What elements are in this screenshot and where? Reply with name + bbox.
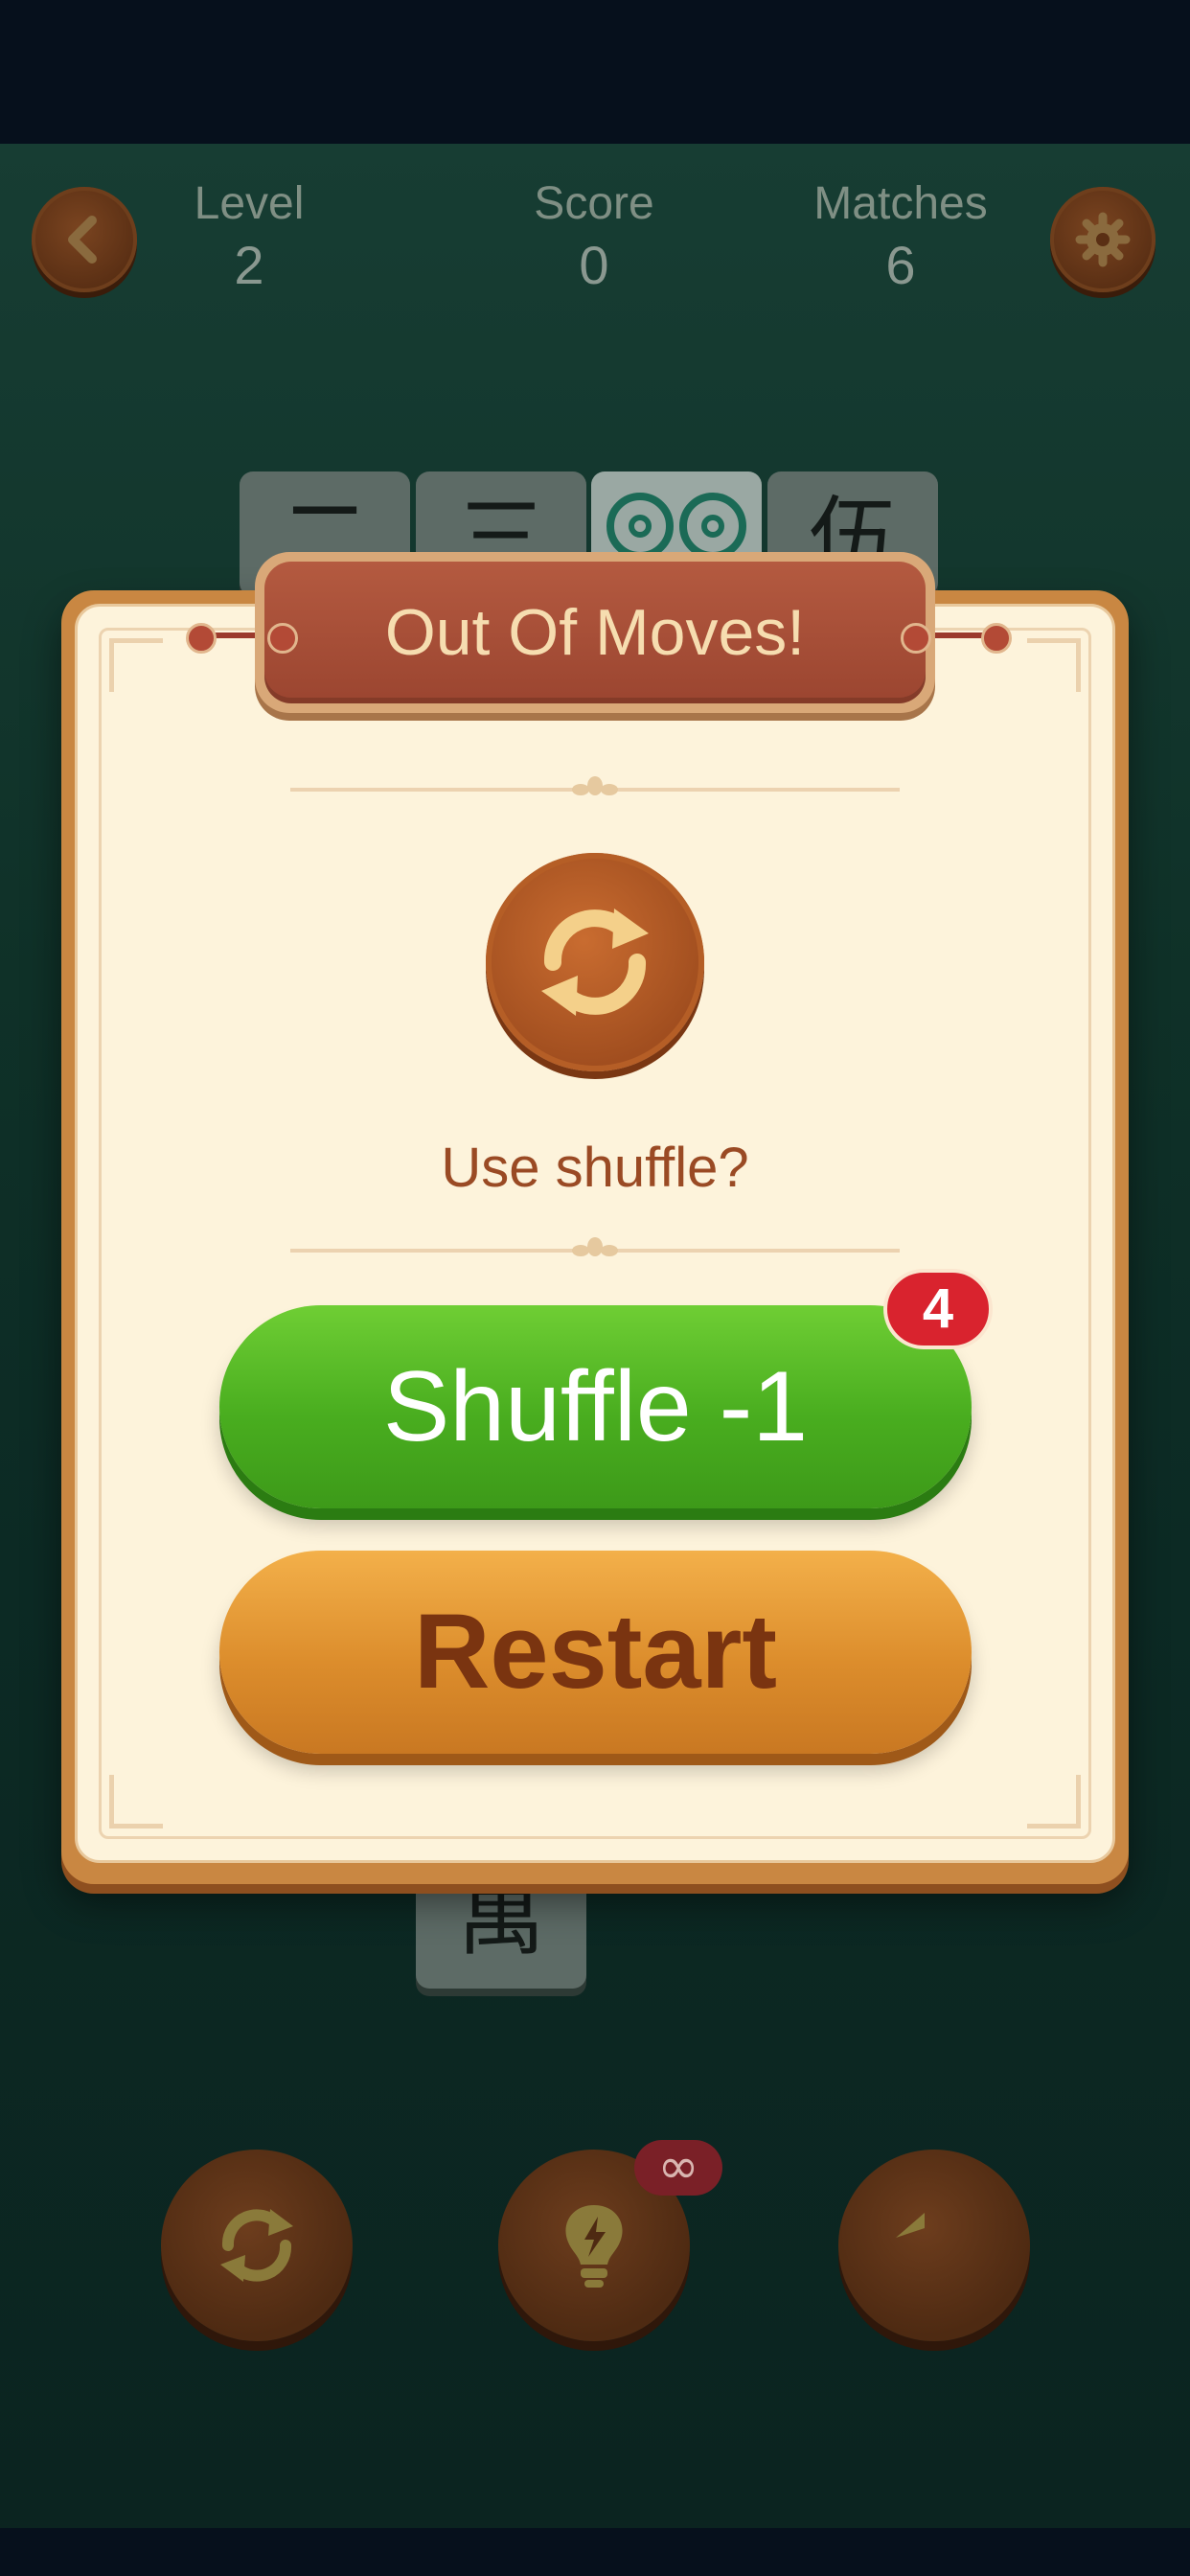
- score-stat: Score 0: [498, 177, 690, 296]
- corner-ornament: [1027, 638, 1081, 692]
- settings-button[interactable]: [1050, 187, 1156, 292]
- corner-ornament: [109, 1775, 163, 1828]
- flourish-icon: [572, 1237, 618, 1256]
- score-label: Score: [534, 178, 654, 229]
- ribbon-peg: [981, 623, 1012, 654]
- shuffle-icon: [541, 908, 649, 1016]
- corner-ornament: [1027, 1775, 1081, 1828]
- level-value: 2: [234, 235, 264, 295]
- shuffle-icon: [220, 2209, 293, 2282]
- level-stat: Level 2: [153, 177, 345, 296]
- shuffle-question: Use shuffle?: [441, 1137, 749, 1199]
- level-label: Level: [194, 178, 305, 229]
- ribbon-peg: [901, 623, 931, 654]
- matches-value: 6: [885, 235, 916, 295]
- ribbon-peg: [186, 623, 217, 654]
- hud: Level 2 Score 0 Matches 6: [0, 168, 1190, 311]
- chevron-left-icon: [68, 216, 97, 264]
- undo-button[interactable]: [838, 2150, 1030, 2341]
- back-button[interactable]: [32, 187, 137, 292]
- restart-button[interactable]: Restart: [219, 1551, 972, 1754]
- flourish-icon: [572, 776, 618, 795]
- corner-ornament: [109, 638, 163, 692]
- shuffle-tool-button[interactable]: [161, 2150, 353, 2341]
- infinite-hints-badge: ∞: [634, 2140, 722, 2196]
- ribbon-peg: [267, 623, 298, 654]
- lightbulb-icon: [565, 2205, 623, 2288]
- status-bar: [0, 0, 1190, 144]
- dialog-title: Out Of Moves!: [264, 562, 926, 703]
- circle-dot-icon: [679, 493, 746, 560]
- circle-dot-icon: [606, 493, 674, 560]
- shuffle-medallion: [486, 853, 704, 1071]
- score-value: 0: [579, 235, 609, 295]
- home-indicator-area: [0, 2528, 1190, 2576]
- dialog-title-ribbon: Out Of Moves!: [255, 552, 935, 713]
- matches-stat: Matches 6: [776, 177, 1025, 296]
- matches-label: Matches: [813, 178, 988, 229]
- shuffle-count-badge: 4: [883, 1269, 993, 1349]
- undo-icon: [896, 2213, 925, 2238]
- shuffle-button[interactable]: Shuffle -1: [219, 1305, 972, 1508]
- gear-icon: [1075, 212, 1131, 267]
